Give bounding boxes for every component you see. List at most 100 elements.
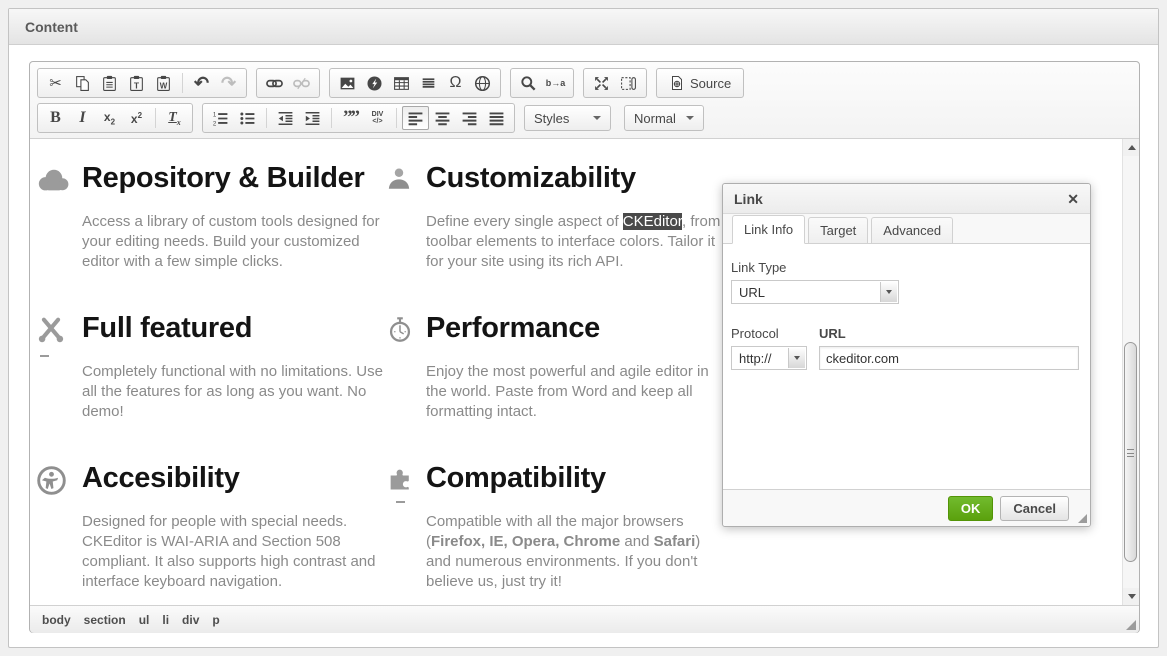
bold-button[interactable]: B <box>42 106 69 130</box>
flash-icon <box>366 75 383 92</box>
find-group: b→a <box>510 68 574 98</box>
path-item-li[interactable]: li <box>162 613 169 627</box>
insert-group: Ω <box>329 68 501 98</box>
feature-section-full-featured: Full featured Completely functional with… <box>36 311 394 422</box>
path-item-ul[interactable]: ul <box>139 613 150 627</box>
bold-icon: B <box>50 109 61 127</box>
paste-icon <box>101 75 118 92</box>
align-center-button[interactable] <box>429 106 456 130</box>
window-title: Content <box>25 19 78 35</box>
toolbar-separator <box>155 108 156 128</box>
triangle-up-icon <box>1128 145 1136 150</box>
flash-button[interactable] <box>361 71 388 95</box>
tab-target[interactable]: Target <box>808 217 868 243</box>
italic-button[interactable]: I <box>69 106 96 130</box>
select-arrow-icon[interactable] <box>788 348 805 368</box>
copy-icon <box>74 75 91 92</box>
ok-button[interactable]: OK <box>948 496 994 521</box>
user-icon <box>386 165 420 272</box>
section-title: Accesibility <box>82 461 394 495</box>
table-icon <box>393 75 410 92</box>
scroll-up-button[interactable] <box>1123 139 1139 156</box>
superscript-icon: x2 <box>131 111 142 126</box>
link-group <box>256 68 320 98</box>
increase-indent-button[interactable] <box>299 106 326 130</box>
justify-button[interactable] <box>483 106 510 130</box>
vertical-scrollbar[interactable] <box>1122 139 1139 605</box>
show-blocks-button[interactable] <box>615 71 642 95</box>
align-right-button[interactable] <box>456 106 483 130</box>
format-dropdown-value: Normal <box>634 111 676 126</box>
scrollbar-thumb[interactable] <box>1124 342 1137 562</box>
special-character-button[interactable]: Ω <box>442 71 469 95</box>
path-item-div[interactable]: div <box>182 613 199 627</box>
feature-section-accessibility: Accesibility Designed for people with sp… <box>36 461 394 592</box>
source-button[interactable]: Source <box>661 71 739 95</box>
stopwatch-icon <box>386 315 420 422</box>
superscript-button[interactable]: x2 <box>123 106 150 130</box>
italic-icon: I <box>79 109 85 127</box>
paste-from-word-button[interactable]: W <box>150 71 177 95</box>
close-icon[interactable]: ✕ <box>1067 192 1079 206</box>
styles-dropdown[interactable]: Styles <box>524 105 611 131</box>
blockquote-button[interactable]: ”” <box>337 106 364 130</box>
bulleted-list-button[interactable] <box>234 106 261 130</box>
tab-link-info[interactable]: Link Info <box>732 215 805 244</box>
remove-format-icon: Tx <box>168 110 181 127</box>
replace-icon: b→a <box>546 78 566 88</box>
horizontal-rule-button[interactable] <box>415 71 442 95</box>
replace-button[interactable]: b→a <box>542 71 569 95</box>
tab-advanced[interactable]: Advanced <box>871 217 953 243</box>
protocol-select[interactable]: http:// <box>731 346 807 370</box>
protocol-label: Protocol <box>731 326 807 341</box>
source-group: Source <box>656 68 744 98</box>
image-button[interactable] <box>334 71 361 95</box>
link-type-select[interactable]: URL <box>731 280 899 304</box>
dialog-resize-grip[interactable] <box>1078 514 1087 523</box>
hrule-icon <box>420 75 437 92</box>
table-button[interactable] <box>388 71 415 95</box>
chevron-down-icon <box>593 116 601 120</box>
chevron-down-icon <box>686 116 694 120</box>
dialog-body: Link Type URL Protocol http:// URL <box>723 244 1090 370</box>
undo-button[interactable]: ↶ <box>188 71 215 95</box>
path-item-p[interactable]: p <box>212 613 219 627</box>
url-input[interactable] <box>819 346 1079 370</box>
select-arrow-icon[interactable] <box>880 282 897 302</box>
redo-button[interactable]: ↷ <box>215 71 242 95</box>
section-body: Define every single aspect of CKEditor, … <box>426 212 726 272</box>
triangle-down-icon <box>1128 594 1136 599</box>
decrease-indent-button[interactable] <box>272 106 299 130</box>
copy-button[interactable] <box>69 71 96 95</box>
link-button[interactable] <box>261 71 288 95</box>
cut-icon: ✂ <box>49 76 62 91</box>
toolbar-separator <box>331 108 332 128</box>
numbered-list-button[interactable]: 12 <box>207 106 234 130</box>
paste-button[interactable] <box>96 71 123 95</box>
subscript-button[interactable]: x2 <box>96 106 123 130</box>
dialog-titlebar[interactable]: Link ✕ <box>723 184 1090 214</box>
toolbar-separator <box>266 108 267 128</box>
path-item-body[interactable]: body <box>42 613 71 627</box>
format-dropdown[interactable]: Normal <box>624 105 704 131</box>
paragraph-group: 12 ”” DIV</> <box>202 103 515 133</box>
div-container-button[interactable]: DIV</> <box>364 106 391 130</box>
styles-dropdown-label: Styles <box>534 111 569 126</box>
url-field-group: URL <box>819 326 1079 370</box>
tools-icon <box>36 315 76 422</box>
editor-resize-grip[interactable] <box>1126 620 1136 630</box>
path-item-section[interactable]: section <box>84 613 126 627</box>
iframe-button[interactable] <box>469 71 496 95</box>
remove-format-button[interactable]: Tx <box>161 106 188 130</box>
unlink-button[interactable] <box>288 71 315 95</box>
scroll-down-button[interactable] <box>1123 588 1139 605</box>
protocol-field: Protocol http:// <box>731 326 807 370</box>
paste-plain-text-button[interactable]: T <box>123 71 150 95</box>
find-button[interactable] <box>515 71 542 95</box>
dialog-footer: OK Cancel <box>723 489 1090 526</box>
dialog-tabs: Link Info Target Advanced <box>723 214 1090 244</box>
maximize-button[interactable] <box>588 71 615 95</box>
align-left-button[interactable] <box>402 106 429 130</box>
cut-button[interactable]: ✂ <box>42 71 69 95</box>
cancel-button[interactable]: Cancel <box>1000 496 1069 521</box>
